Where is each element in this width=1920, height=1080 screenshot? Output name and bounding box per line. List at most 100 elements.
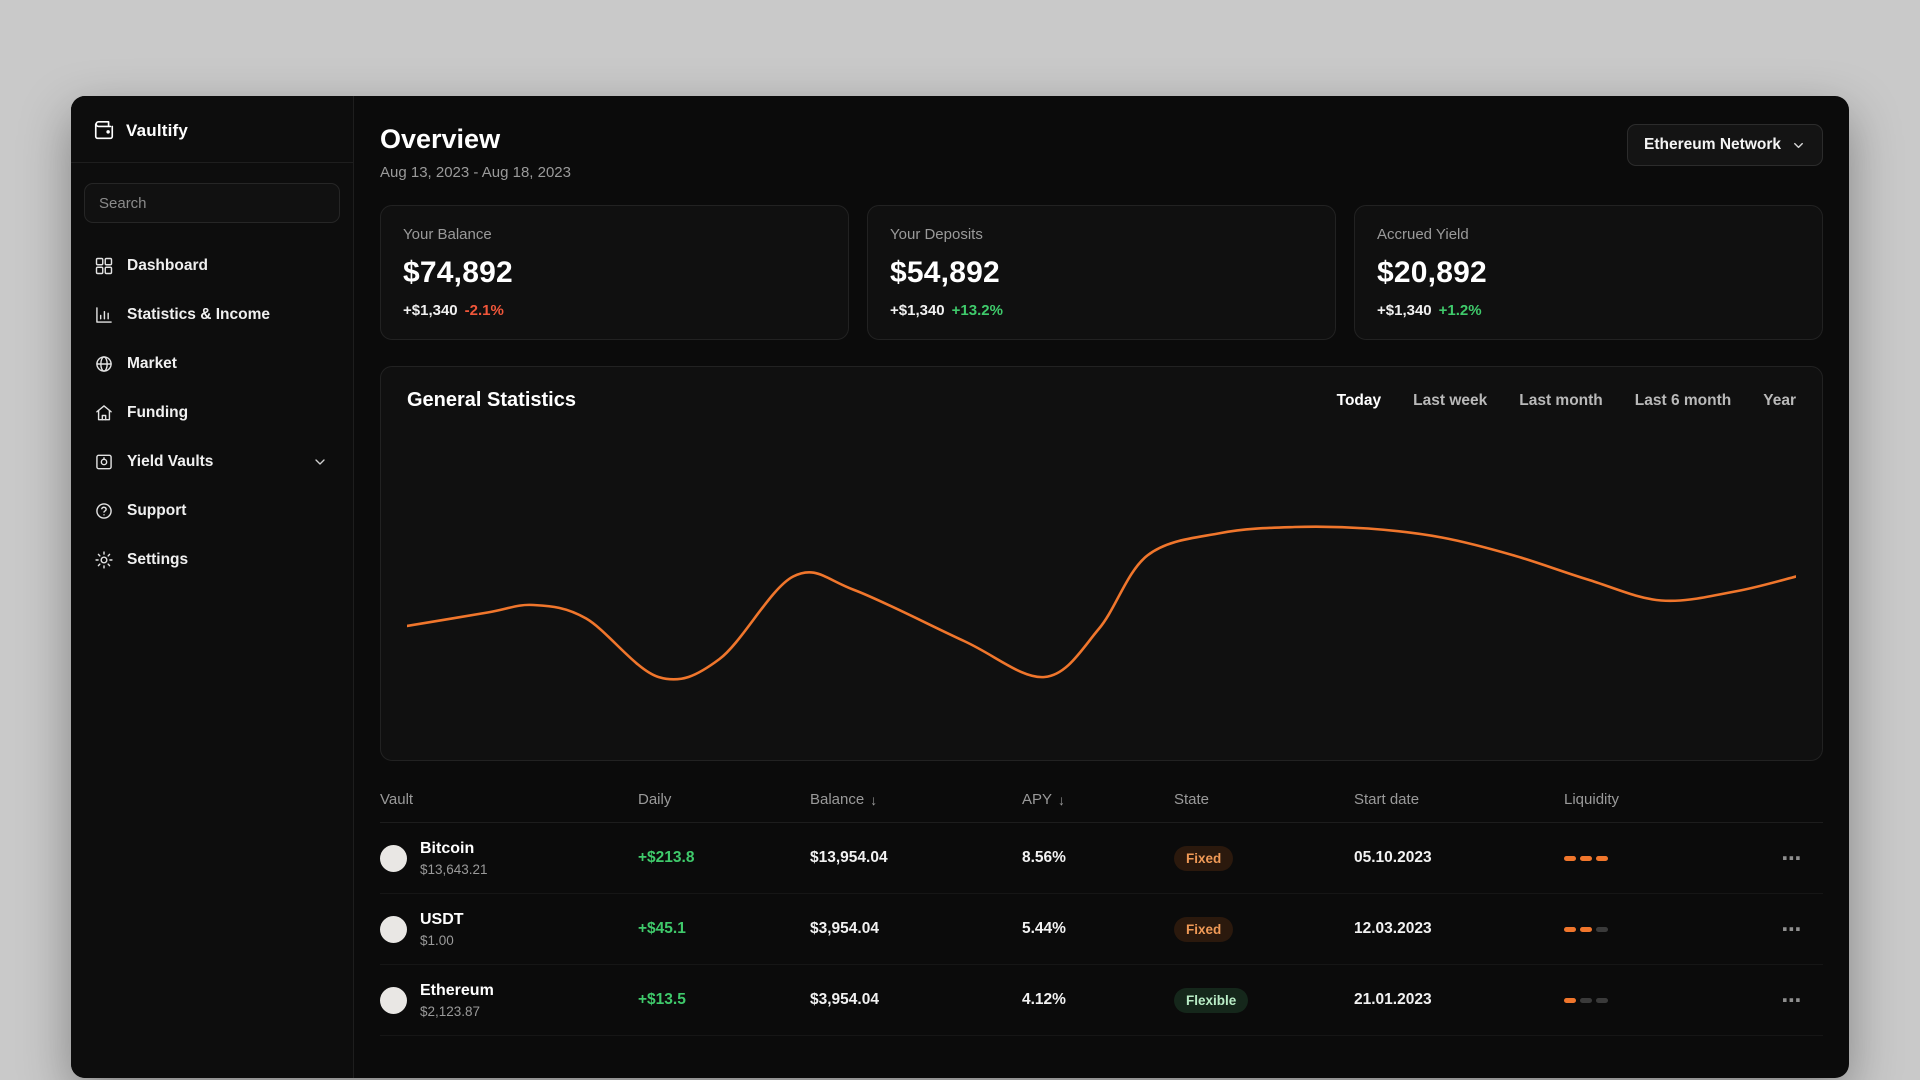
table-row[interactable]: Ethereum $2,123.87 +$13.5 $3,954.04 4.12… [380,965,1823,1036]
column-header-start-date[interactable]: Start date [1354,791,1564,808]
stat-delta: +$1,340 [890,302,945,319]
liquidity-indicator [1564,997,1761,1003]
sidebar-item-yield-vaults[interactable]: Yield Vaults [84,437,340,486]
bar-chart-icon [96,306,112,323]
sidebar-divider [71,162,353,163]
stat-change: +$1,340 +13.2% [890,302,1313,319]
apy-value: 4.12% [1022,991,1066,1008]
sidebar-item-funding[interactable]: Funding [84,388,340,437]
state-badge: Fixed [1174,916,1234,942]
stat-delta: +$1,340 [1377,302,1432,319]
sidebar-item-settings[interactable]: Settings [84,535,340,584]
statistics-chart [407,420,1796,750]
start-date: 21.01.2023 [1354,991,1432,1008]
daily-change: +$45.1 [638,920,686,937]
sort-desc-icon: ↓ [870,791,878,808]
balance-value: $3,954.04 [810,920,879,937]
globe-icon [96,355,112,372]
network-selector-button[interactable]: Ethereum Network [1627,124,1823,166]
stat-change: +$1,340 +1.2% [1377,302,1800,319]
table-header-row: Vault Daily Balance ↓ APY ↓ State Start da… [380,791,1823,823]
chevron-down-icon [1794,142,1803,148]
daily-change: +$13.5 [638,991,686,1008]
stat-percent: +1.2% [1438,302,1482,319]
daily-change: +$213.8 [638,849,695,866]
stat-percent: -2.1% [464,302,504,319]
vault-name: Ethereum [420,982,494,1000]
sidebar-item-support[interactable]: Support [84,486,340,535]
sidebar-item-statistics[interactable]: Statistics & Income [84,290,340,339]
apy-value: 5.44% [1022,920,1066,937]
sidebar: Vaultify Dashboard Statistics & Income [71,96,354,1078]
sidebar-item-label: Yield Vaults [127,452,214,470]
table-row[interactable]: USDT $1.00 +$45.1 $3,954.04 5.44% Fixed … [380,894,1823,965]
sidebar-item-market[interactable]: Market [84,339,340,388]
chart-header: General Statistics Today Last week Last … [407,389,1796,412]
wallet-logo-icon [94,121,114,140]
sidebar-item-label: Support [127,501,187,519]
column-header-daily[interactable]: Daily [638,791,810,808]
vault-price: $13,643.21 [420,861,488,877]
main-content: Overview Aug 13, 2023 - Aug 18, 2023 Eth… [354,96,1849,1078]
column-header-liquidity[interactable]: Liquidity [1564,791,1761,808]
filter-last-month[interactable]: Last month [1519,392,1603,410]
stat-card-deposits: Your Deposits $54,892 +$1,340 +13.2% [867,205,1336,340]
start-date: 12.03.2023 [1354,920,1432,937]
sort-desc-icon: ↓ [1058,791,1066,808]
stat-percent: +13.2% [951,302,1003,319]
state-badge: Fixed [1174,845,1234,871]
search-input[interactable] [84,183,340,223]
dashboard-grid-icon [95,257,113,274]
stat-value: $54,892 [890,256,1000,289]
stat-cards: Your Balance $74,892 +$1,340 -2.1% Your … [380,205,1823,340]
filter-today[interactable]: Today [1337,392,1382,410]
network-selector-label: Ethereum Network [1644,136,1781,153]
balance-value: $13,954.04 [810,849,888,866]
sidebar-item-label: Dashboard [127,256,208,274]
sidebar-item-label: Market [127,354,177,372]
stat-card-balance: Your Balance $74,892 +$1,340 -2.1% [380,205,849,340]
filter-last-6-month[interactable]: Last 6 month [1635,392,1731,410]
page-title: Overview [380,124,501,154]
stat-delta: +$1,340 [403,302,458,319]
home-icon [96,404,112,420]
sidebar-item-dashboard[interactable]: Dashboard [84,241,340,290]
column-header-balance[interactable]: Balance ↓ [810,791,1022,808]
statistics-line [407,527,1796,680]
filter-year[interactable]: Year [1763,392,1796,410]
stat-card-accrued-yield: Accrued Yield $20,892 +$1,340 +1.2% [1354,205,1823,340]
stat-value: $74,892 [403,256,513,289]
vault-name: USDT [420,911,464,929]
liquidity-indicator [1564,926,1761,932]
row-menu-button[interactable]: ⋯ [1782,846,1803,871]
app-name: Vaultify [126,121,189,140]
vault-name: Bitcoin [420,840,475,858]
vault-icon [96,454,112,469]
gear-icon [95,550,113,569]
state-badge: Flexible [1174,987,1249,1013]
column-header-vault[interactable]: Vault [380,791,638,808]
column-header-state[interactable]: State [1174,791,1354,808]
date-range: Aug 13, 2023 - Aug 18, 2023 [380,164,571,181]
chevron-down-icon [315,458,325,465]
filter-last-week[interactable]: Last week [1413,392,1487,410]
vault-avatar [380,915,407,943]
vault-price: $1.00 [420,932,454,948]
stat-change: +$1,340 -2.1% [403,302,826,319]
stat-value: $20,892 [1377,256,1487,289]
vault-avatar [380,844,407,872]
page-header: Overview Aug 13, 2023 - Aug 18, 2023 Eth… [380,124,1823,181]
vault-avatar [380,986,407,1014]
general-statistics-card: General Statistics Today Last week Last … [380,366,1823,761]
stat-label: Your Balance [403,226,492,243]
stat-label: Accrued Yield [1377,226,1469,243]
chart-time-filters: Today Last week Last month Last 6 month … [1337,392,1796,410]
row-menu-button[interactable]: ⋯ [1782,988,1803,1013]
chart-title: General Statistics [407,389,576,411]
column-header-apy[interactable]: APY ↓ [1022,791,1174,808]
start-date: 05.10.2023 [1354,849,1432,866]
row-menu-button[interactable]: ⋯ [1782,917,1803,942]
sidebar-item-label: Funding [127,403,189,421]
sidebar-nav: Dashboard Statistics & Income Market Fun… [71,233,353,592]
table-row[interactable]: Bitcoin $13,643.21 +$213.8 $13,954.04 8.… [380,823,1823,894]
